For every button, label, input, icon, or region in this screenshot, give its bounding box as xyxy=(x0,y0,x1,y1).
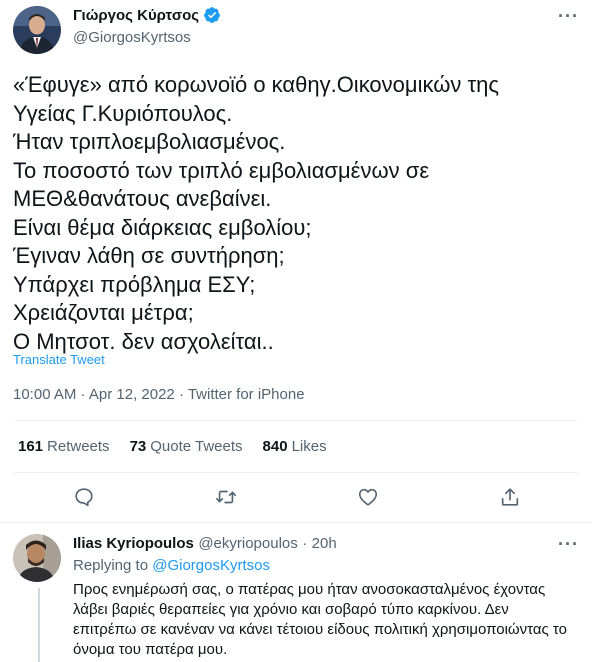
retweet-icon[interactable] xyxy=(206,482,246,512)
reply-author-name[interactable]: Ilias Kyriopoulos xyxy=(73,535,194,552)
tweet-line: Είναι θέμα διάρκειας εμβολίου; xyxy=(13,214,312,240)
replying-to: Replying to @GiorgosKyrtsos xyxy=(73,557,270,574)
retweets-stat[interactable]: 161 Retweets xyxy=(18,438,110,455)
tweet-line: Έγιναν λάθη σε συντήρηση; xyxy=(13,243,285,268)
reply-author-avatar[interactable] xyxy=(13,534,61,582)
tweet-line: Υπάρχει πρόβλημα ΕΣΥ; xyxy=(13,271,256,297)
tweet-text: «Έφυγε» από κορωνοϊό ο καθηγ.Οικονομικών… xyxy=(13,71,499,356)
author-avatar[interactable] xyxy=(13,6,61,54)
verified-badge-icon xyxy=(203,6,221,24)
divider xyxy=(13,472,579,473)
share-icon[interactable] xyxy=(490,482,530,512)
quote-tweets-stat[interactable]: 73 Quote Tweets xyxy=(130,438,243,455)
tweet-line: Χρειάζονται μέτρα; xyxy=(13,300,194,325)
likes-stat[interactable]: 840 Likes xyxy=(263,438,327,455)
tweet-line: Υγείας Γ.Κυριόπουλος. xyxy=(13,100,233,126)
separator: · xyxy=(302,535,308,552)
divider xyxy=(0,522,592,523)
divider xyxy=(13,420,579,421)
translate-tweet-link[interactable]: Translate Tweet xyxy=(13,352,105,367)
reply-text: Προς ενημέρωσή σας, ο πατέρας μου ήταν α… xyxy=(73,581,567,658)
author-handle[interactable]: @GiorgosKyrtsos xyxy=(73,29,191,46)
tweet-stats: 161 Retweets 73 Quote Tweets 840 Likes xyxy=(18,438,327,455)
reply-author-handle[interactable]: @ekyriopoulos xyxy=(198,535,297,552)
tweet-line: «Έφυγε» από κορωνοϊό ο καθηγ.Οικονομικών… xyxy=(13,72,500,97)
like-icon[interactable] xyxy=(348,482,388,512)
replying-to-handle[interactable]: @GiorgosKyrtsos xyxy=(152,557,270,574)
reply-icon[interactable] xyxy=(64,482,104,512)
tweet-line: Ήταν τριπλοεμβολιασμένος. xyxy=(13,129,286,154)
replying-to-label: Replying to xyxy=(73,557,149,574)
thread-line xyxy=(38,588,40,662)
tweet-line: Το ποσοστό των τριπλό εμβολιασμένων σε xyxy=(13,157,430,183)
reply-more-options-icon[interactable]: ··· xyxy=(558,534,579,555)
author-name[interactable]: Γιώργος Κύρτσος xyxy=(73,7,199,24)
reply-time[interactable]: 20h xyxy=(312,535,337,552)
tweet-timestamp[interactable]: 10:00 AM · Apr 12, 2022 · Twitter for iP… xyxy=(13,386,305,403)
more-options-icon[interactable]: ··· xyxy=(558,6,579,27)
tweet-line: ΜΕΘ&θανάτους ανεβαίνει. xyxy=(13,186,272,211)
